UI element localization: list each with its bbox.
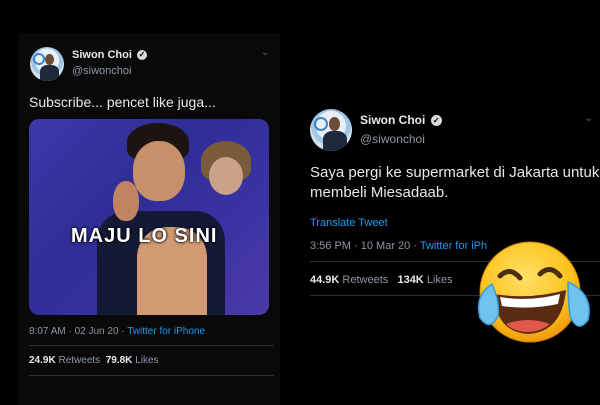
- likes-stat[interactable]: 134K Likes: [397, 274, 452, 286]
- retweets-count: 24.9K: [29, 355, 56, 366]
- source-link[interactable]: Twitter for iPhone: [127, 326, 205, 337]
- retweets-count: 44.9K: [310, 274, 340, 286]
- likes-stat[interactable]: 79.8K Likes: [106, 355, 159, 366]
- tweet-text: Subscribe... pencet like juga...: [29, 94, 216, 110]
- tweet-media[interactable]: MAJU LO SINI: [29, 119, 269, 315]
- tweet-text: Saya pergi ke supermarket di Jakarta unt…: [310, 164, 600, 201]
- verified-badge-icon: ✓: [136, 50, 147, 61]
- timestamp[interactable]: 8:07 AM · 02 Jun 20 ·: [29, 326, 125, 337]
- media-hand: [113, 181, 139, 221]
- divider: [29, 375, 274, 376]
- tweet-card-left[interactable]: Siwon Choi ✓ @siwonchoi ⌄ Subscribe... p…: [18, 33, 280, 405]
- display-name[interactable]: Siwon Choi ✓: [360, 113, 442, 127]
- media-face: [133, 141, 185, 201]
- tweet-meta: 3:56 PM · 10 Mar 20 · Twitter for iPh: [310, 240, 487, 252]
- divider: [29, 345, 274, 346]
- retweets-label: Retweets: [58, 355, 101, 366]
- display-name[interactable]: Siwon Choi ✓: [72, 49, 147, 61]
- face-with-tears-of-joy-icon: [477, 241, 590, 343]
- likes-count: 79.8K: [105, 355, 133, 366]
- tweet-stats: 24.9K Retweets 79.8K Likes: [29, 355, 159, 366]
- media-background-person: [209, 157, 243, 195]
- chevron-down-icon[interactable]: ⌄: [584, 111, 593, 124]
- avatar-head: [45, 54, 54, 65]
- likes-label: Likes: [135, 355, 159, 366]
- tweet-stats: 44.9K Retweets 134K Likes: [310, 274, 453, 286]
- verified-badge-icon: ✓: [430, 115, 442, 127]
- avatar-head: [329, 117, 340, 131]
- tweet-meta: 8:07 AM · 02 Jun 20 · Twitter for iPhone: [29, 326, 205, 337]
- retweets-stat[interactable]: 44.9K Retweets: [310, 274, 388, 286]
- display-name-text: Siwon Choi: [72, 49, 132, 61]
- media-caption: MAJU LO SINI: [71, 225, 218, 247]
- retweets-label: Retweets: [342, 274, 389, 286]
- likes-label: Likes: [426, 274, 453, 286]
- retweets-stat[interactable]: 24.9K Retweets: [29, 355, 100, 366]
- avatar-body: [40, 65, 59, 81]
- avatar-logo: [33, 53, 45, 65]
- likes-count: 134K: [397, 274, 424, 286]
- chevron-down-icon[interactable]: ⌄: [261, 47, 269, 58]
- avatar[interactable]: [310, 109, 352, 151]
- handle[interactable]: @siwonchoi: [72, 65, 131, 77]
- avatar[interactable]: [30, 47, 64, 81]
- timestamp[interactable]: 3:56 PM · 10 Mar 20 ·: [310, 240, 417, 252]
- avatar-body: [323, 131, 347, 151]
- avatar-logo: [314, 117, 328, 131]
- handle[interactable]: @siwonchoi: [360, 132, 425, 146]
- display-name-text: Siwon Choi: [360, 113, 426, 127]
- translate-tweet-link[interactable]: Translate Tweet: [310, 217, 388, 229]
